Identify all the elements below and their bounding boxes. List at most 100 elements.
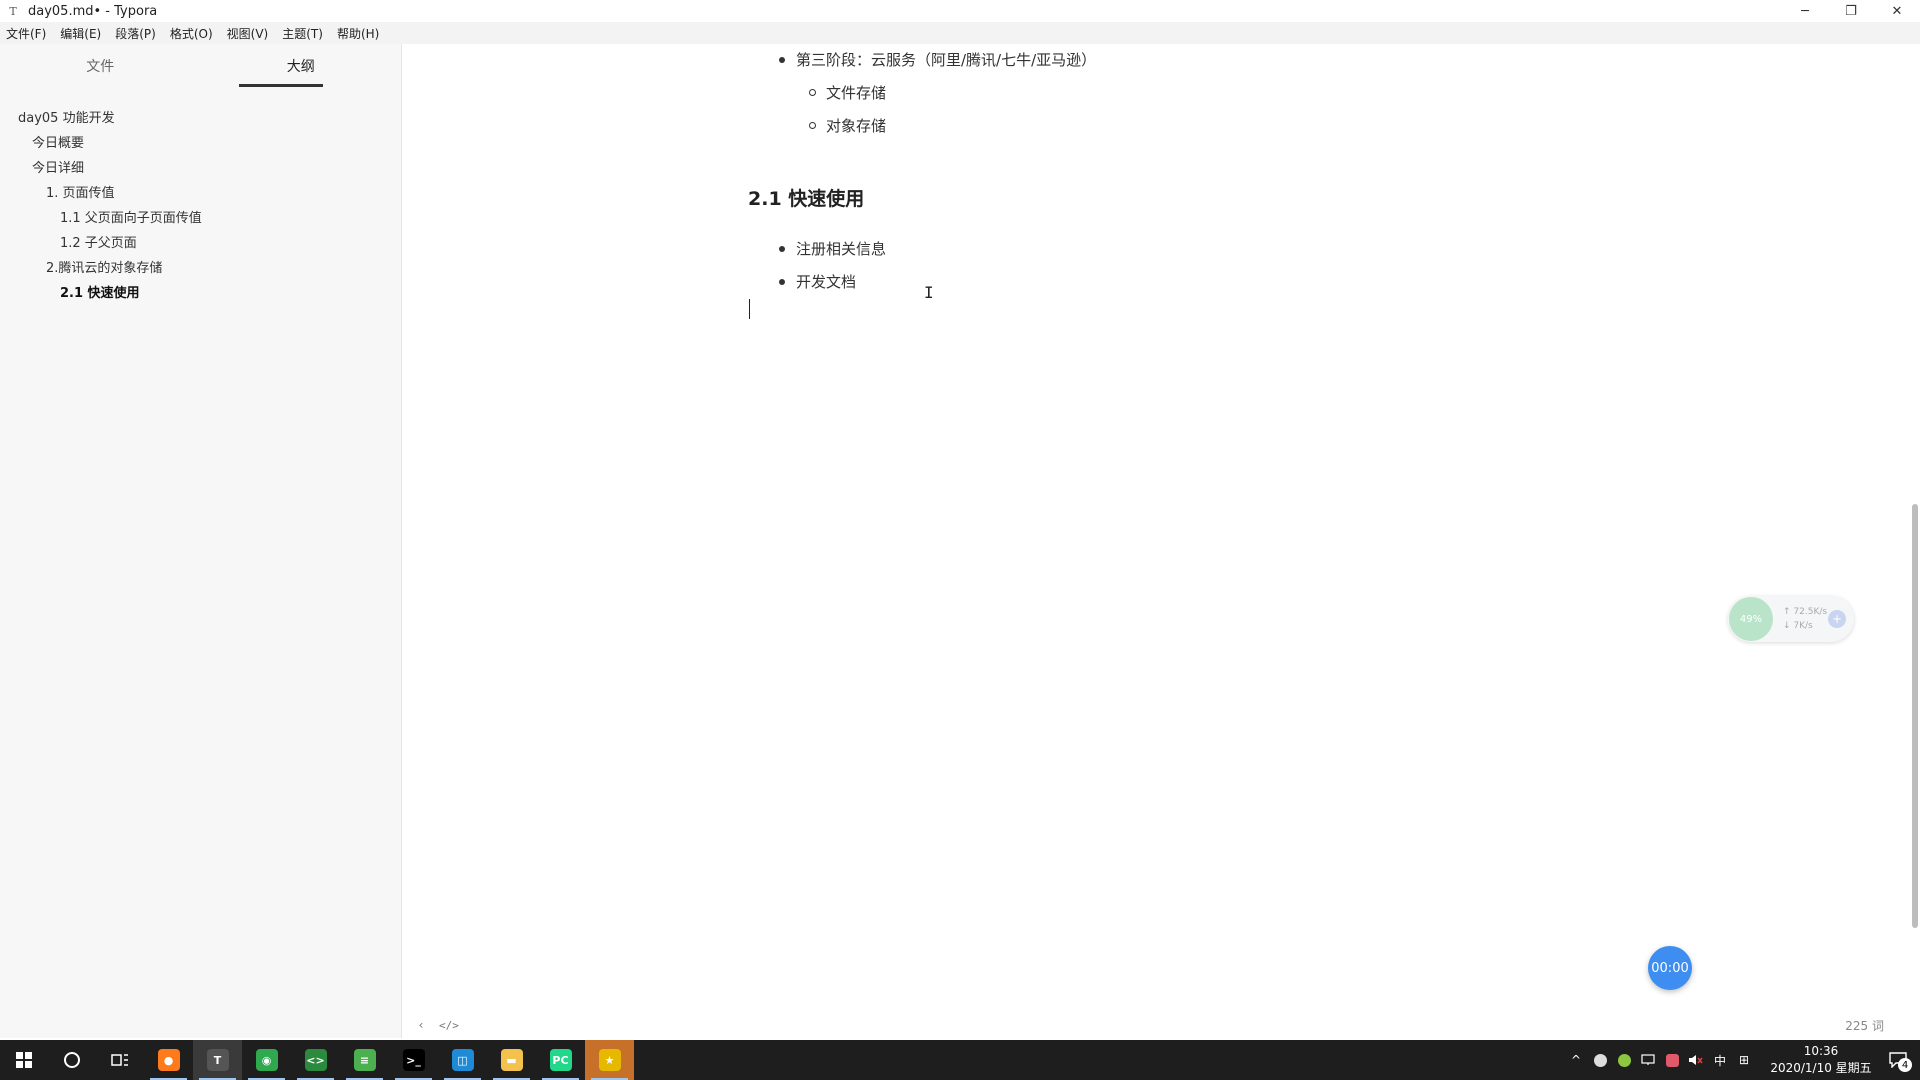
menu-edit[interactable]: 编辑(E) xyxy=(60,25,101,42)
outline-item[interactable]: day05 功能开发 xyxy=(0,104,401,129)
outline-list: day05 功能开发 今日概要 今日详细 1. 页面传值 1.1 父页面向子页面… xyxy=(0,88,401,304)
outline-item[interactable]: 今日详细 xyxy=(0,154,401,179)
tray-chevron-icon[interactable]: ^ xyxy=(1564,1040,1588,1080)
list-item[interactable]: 对象存储 xyxy=(809,115,886,136)
tray-app-icon[interactable] xyxy=(1612,1040,1636,1080)
restore-button[interactable]: ❐ xyxy=(1828,0,1874,22)
bullet-disc-icon xyxy=(779,245,785,252)
menu-help[interactable]: 帮助(H) xyxy=(337,25,379,42)
pinned-star-icon: ★ xyxy=(598,1049,621,1071)
ime-indicator[interactable]: 中 xyxy=(1708,1040,1732,1080)
menu-theme[interactable]: 主题(T) xyxy=(282,25,323,42)
list-item-text: 文件存储 xyxy=(826,84,887,102)
bullet-circle-icon xyxy=(809,122,816,129)
source-mode-button[interactable]: </> xyxy=(439,1019,459,1032)
system-clock[interactable]: 10:36 2020/1/10 星期五 xyxy=(1766,1043,1876,1077)
menu-format[interactable]: 格式(O) xyxy=(170,25,213,42)
text-caret xyxy=(749,299,750,319)
taskbar-app-code-editor[interactable]: <> xyxy=(291,1040,340,1080)
close-button[interactable]: ✕ xyxy=(1874,0,1920,22)
taskbar-app-typora[interactable]: T xyxy=(193,1040,242,1080)
word-count[interactable]: 225 词 xyxy=(1845,1017,1884,1034)
volume-muted-icon[interactable] xyxy=(1684,1040,1708,1080)
window-title: day05.md• - Typora xyxy=(28,3,158,19)
scrollbar-thumb[interactable] xyxy=(1912,504,1918,928)
list-item[interactable]: 开发文档 xyxy=(779,271,856,292)
tab-files[interactable]: 文件 xyxy=(0,44,201,88)
bullet-disc-icon xyxy=(779,278,785,285)
mouse-ibeam-cursor: I xyxy=(924,283,934,302)
network-speed-widget[interactable]: 49% ↑ 72.5K/s ↓ 7K/s + xyxy=(1728,596,1854,642)
scrollbar-track[interactable] xyxy=(1912,44,1920,1038)
bullet-disc-icon xyxy=(779,56,785,63)
section-heading[interactable]: 2.1 快速使用 xyxy=(748,184,864,211)
tray-app-icon[interactable] xyxy=(1588,1040,1612,1080)
download-speed: ↓ 7K/s xyxy=(1783,621,1813,631)
monitor-network-icon xyxy=(1641,1054,1655,1065)
editor-pane[interactable]: 第三阶段：云服务（阿里/腾讯/七牛/亚马逊） 文件存储 对象存储 2.1 快速使… xyxy=(403,44,1920,1038)
outline-item-active[interactable]: 2.1 快速使用 xyxy=(0,279,401,304)
minimize-button[interactable]: ─ xyxy=(1782,0,1828,22)
list-item-text: 注册相关信息 xyxy=(796,240,887,258)
net-usage-circle: 49% xyxy=(1729,597,1773,641)
task-view-button[interactable] xyxy=(96,1040,144,1080)
outline-item[interactable]: 今日概要 xyxy=(0,129,401,154)
action-center-button[interactable]: 4 xyxy=(1876,1040,1920,1080)
task-view-icon xyxy=(111,1054,128,1066)
windows-icon xyxy=(16,1052,32,1068)
typora-icon: T xyxy=(206,1049,229,1071)
network-icon[interactable] xyxy=(1636,1040,1660,1080)
taskbar-app-chrome[interactable]: ◉ xyxy=(242,1040,291,1080)
taskbar-app-pycharm[interactable]: PC xyxy=(536,1040,585,1080)
menu-view[interactable]: 视图(V) xyxy=(227,25,269,42)
title-bar: T day05.md• - Typora ─ ❐ ✕ xyxy=(0,0,1920,22)
taskbar-app-terminal[interactable]: >_ xyxy=(389,1040,438,1080)
sidebar-tabs: 文件 大纲 xyxy=(0,44,401,88)
remote-icon: ◫ xyxy=(451,1049,474,1071)
code-editor-icon: <> xyxy=(304,1049,327,1071)
keyboard-icon[interactable]: ⊞ xyxy=(1732,1040,1756,1080)
recording-timer[interactable]: 00:00 xyxy=(1648,946,1692,990)
clock-time: 10:36 xyxy=(1803,1044,1839,1058)
taskbar-app-pinned-star[interactable]: ★ xyxy=(585,1040,634,1080)
typora-app-icon: T xyxy=(9,4,17,18)
terminal-icon: >_ xyxy=(402,1049,425,1071)
notepad-icon: ≡ xyxy=(353,1049,376,1071)
toggle-sidebar-button[interactable]: ‹ xyxy=(411,1018,431,1032)
bullet-circle-icon xyxy=(809,89,816,96)
taskbar-app-explorer[interactable]: ▬ xyxy=(487,1040,536,1080)
search-button[interactable] xyxy=(48,1040,96,1080)
sidebar: 文件 大纲 day05 功能开发 今日概要 今日详细 1. 页面传值 1.1 父… xyxy=(0,44,402,1038)
tab-outline[interactable]: 大纲 xyxy=(201,44,402,88)
window-controls: ─ ❐ ✕ xyxy=(1782,0,1920,22)
notification-count: 4 xyxy=(1898,1058,1912,1072)
upload-speed: ↑ 72.5K/s xyxy=(1783,607,1828,617)
chrome-icon: ◉ xyxy=(255,1049,278,1071)
list-item-text: 对象存储 xyxy=(826,117,887,135)
taskbar: ● T ◉ <> ≡ >_ ◫ ▬ PC ★ ^ 中 ⊞ 10:36 2020/… xyxy=(0,1040,1920,1080)
accelerate-plus-icon[interactable]: + xyxy=(1828,610,1846,628)
taskbar-app-notepad[interactable]: ≡ xyxy=(340,1040,389,1080)
outline-item[interactable]: 1.1 父页面向子页面传值 xyxy=(0,204,401,229)
taskbar-app-remote[interactable]: ◫ xyxy=(438,1040,487,1080)
taskbar-apps: ● T ◉ <> ≡ >_ ◫ ▬ PC ★ xyxy=(144,1040,634,1080)
outline-item[interactable]: 2.腾讯云的对象存储 xyxy=(0,254,401,279)
list-item[interactable]: 注册相关信息 xyxy=(779,238,886,259)
tray-app-icon[interactable] xyxy=(1660,1040,1684,1080)
outline-item[interactable]: 1. 页面传值 xyxy=(0,179,401,204)
system-tray: ^ 中 ⊞ 10:36 2020/1/10 星期五 4 xyxy=(1564,1040,1920,1080)
start-button[interactable] xyxy=(0,1040,48,1080)
menu-file[interactable]: 文件(F) xyxy=(6,25,46,42)
list-item-text: 第三阶段：云服务（阿里/腾讯/七牛/亚马逊） xyxy=(796,51,1097,69)
outline-item[interactable]: 1.2 子父页面 xyxy=(0,229,401,254)
firefox-icon: ● xyxy=(157,1049,180,1071)
speaker-muted-icon xyxy=(1689,1055,1703,1065)
search-circle-icon xyxy=(64,1052,80,1068)
menu-paragraph[interactable]: 段落(P) xyxy=(115,25,156,42)
list-item[interactable]: 第三阶段：云服务（阿里/腾讯/七牛/亚马逊） xyxy=(779,49,1096,70)
list-item[interactable]: 文件存储 xyxy=(809,82,886,103)
pycharm-icon: PC xyxy=(549,1049,572,1071)
taskbar-app-firefox[interactable]: ● xyxy=(144,1040,193,1080)
net-speeds: ↑ 72.5K/s ↓ 7K/s xyxy=(1783,605,1827,633)
menu-bar: 文件(F) 编辑(E) 段落(P) 格式(O) 视图(V) 主题(T) 帮助(H… xyxy=(0,22,1920,44)
